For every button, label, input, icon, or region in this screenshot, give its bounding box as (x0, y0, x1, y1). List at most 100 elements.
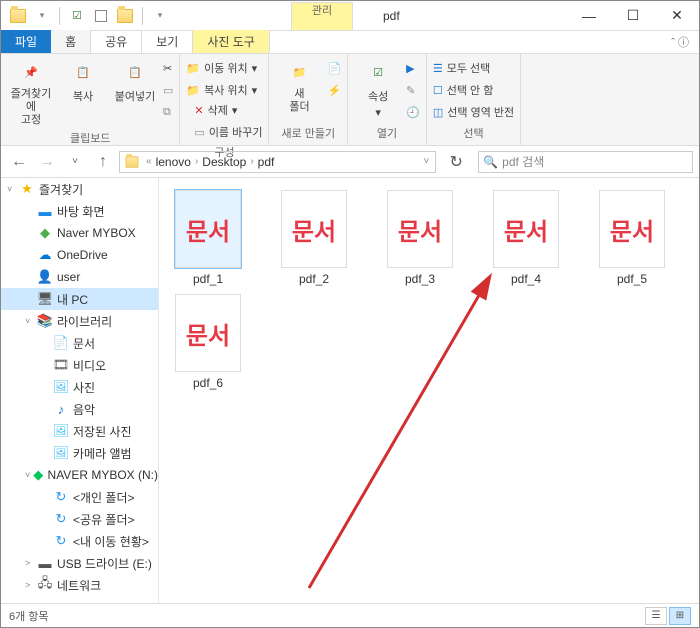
folder-icon (7, 5, 29, 27)
breadcrumb-seg-0[interactable]: lenovo (154, 155, 193, 169)
rename-button[interactable]: ▭ 이름 바꾸기 (194, 122, 262, 142)
scissors-icon: ✂ (163, 62, 172, 75)
history-button[interactable]: 🕘 (406, 102, 420, 122)
sidebar-item-12[interactable]: 🖼카메라 앨범 (1, 442, 158, 464)
tab-share[interactable]: 공유 (91, 30, 142, 53)
ribbon-help-icon[interactable]: ˆ ⓘ (671, 34, 689, 50)
edit-button[interactable]: ✎ (406, 80, 420, 100)
easy-access-icon: ⚡ (327, 84, 341, 97)
history-icon: 🕘 (406, 106, 420, 119)
new-folder-button[interactable]: 📁 새 폴더 (275, 58, 323, 114)
qat-dropdown-icon[interactable]: ▾ (31, 5, 53, 27)
select-all-button[interactable]: ☰ 모두 선택 (433, 58, 514, 78)
qat-checkbox-icon[interactable] (90, 5, 112, 27)
sidebar-item-11[interactable]: 🖼저장된 사진 (1, 420, 158, 442)
ribbon-group-organize: 📁 이동 위치 ▾ 📁 복사 위치 ▾ ✕ 삭제 ▾ ▭ 이름 바꾸기 구성 (180, 54, 269, 145)
file-item-pdf_1[interactable]: 문서pdf_1 (165, 190, 251, 286)
sidebar-item-14[interactable]: ↻<개인 폴더> (1, 486, 158, 508)
sidebar-item-13[interactable]: ˅◆NAVER MYBOX (N:) (1, 464, 158, 486)
window-controls: — ☐ ✕ (567, 2, 699, 30)
qat-expand-icon[interactable]: ▾ (149, 5, 171, 27)
view-details-button[interactable]: ☰ (645, 607, 667, 625)
body: ˅★즐겨찾기▬바탕 화면◆Naver MYBOX☁OneDrive👤user🖥내… (1, 178, 699, 603)
sidebar-item-18[interactable]: >🖧네트워크 (1, 574, 158, 596)
titlebar: ▾ ☑ ▾ 관리 pdf — ☐ ✕ (1, 1, 699, 31)
search-icon: 🔍 (483, 155, 498, 169)
sidebar-item-7[interactable]: 📄문서 (1, 332, 158, 354)
tab-file[interactable]: 파일 (1, 30, 51, 53)
new-item-icon: 📄 (327, 62, 341, 75)
tab-home[interactable]: 홈 (51, 30, 91, 53)
statusbar: 6개 항목 ☰ ⊞ (1, 603, 699, 627)
maximize-button[interactable]: ☐ (611, 2, 655, 30)
sidebar-item-16[interactable]: ↻<내 이동 현황> (1, 530, 158, 552)
sidebar: ˅★즐겨찾기▬바탕 화면◆Naver MYBOX☁OneDrive👤user🖥내… (1, 178, 159, 603)
nav-back-button[interactable]: ← (7, 150, 31, 174)
view-icons-button[interactable]: ⊞ (669, 607, 691, 625)
copy-path-button[interactable]: ▭ (163, 80, 173, 100)
sidebar-item-9[interactable]: 🖼사진 (1, 376, 158, 398)
tab-view[interactable]: 보기 (142, 30, 193, 53)
open-button[interactable]: ▶ (406, 58, 420, 78)
ribbon: 📌 즐겨찾기에 고정 📋 복사 📋 붙여넣기 ✂ ▭ ⧉ 클립보드 📁 이동 위… (1, 54, 699, 146)
pin-icon: 📌 (17, 58, 45, 86)
easy-access-button[interactable]: ⚡ (327, 80, 341, 100)
tab-photo-tools[interactable]: 사진 도구 (193, 30, 270, 53)
move-icon: 📁 (186, 62, 200, 75)
delete-button[interactable]: ✕ 삭제 ▾ (194, 100, 262, 120)
sidebar-item-10[interactable]: ♪음악 (1, 398, 158, 420)
sidebar-item-6[interactable]: ˅📚라이브러리 (1, 310, 158, 332)
ribbon-group-new: 📁 새 폴더 📄 ⚡ 새로 만들기 (269, 54, 348, 145)
paste-button[interactable]: 📋 붙여넣기 (111, 58, 159, 128)
sidebar-item-0[interactable]: ˅★즐겨찾기 (1, 178, 158, 200)
breadcrumb-seg-1[interactable]: Desktop (200, 155, 248, 169)
qat-check-icon[interactable]: ☑ (66, 5, 88, 27)
minimize-button[interactable]: — (567, 2, 611, 30)
sidebar-item-15[interactable]: ↻<공유 폴더> (1, 508, 158, 530)
nav-up-button[interactable]: ↑ (91, 150, 115, 174)
nav-recent-button[interactable]: ˅ (63, 150, 87, 174)
cut-button[interactable]: ✂ (163, 58, 173, 78)
file-item-pdf_6[interactable]: 문서pdf_6 (165, 294, 251, 390)
context-tab[interactable]: 관리 (291, 2, 353, 30)
properties-icon: ☑ (364, 58, 392, 86)
copy-button[interactable]: 📋 복사 (59, 58, 107, 128)
search-input[interactable]: 🔍 pdf 검색 (478, 151, 693, 173)
select-none-icon: ☐ (433, 84, 443, 97)
navbar: ← → ˅ ↑ « lenovo › Desktop › pdf ˅ ↻ 🔍 p… (1, 146, 699, 178)
sidebar-item-1[interactable]: ▬바탕 화면 (1, 200, 158, 222)
new-item-button[interactable]: 📄 (327, 58, 341, 78)
address-dropdown-icon[interactable]: ˅ (421, 156, 431, 167)
paste-shortcut-button[interactable]: ⧉ (163, 102, 173, 122)
invert-selection-button[interactable]: ◫ 선택 영역 반전 (433, 102, 514, 122)
copy-icon: 📋 (69, 58, 97, 86)
move-to-button[interactable]: 📁 이동 위치 ▾ (186, 58, 262, 78)
nav-forward-button[interactable]: → (35, 150, 59, 174)
paste-icon: 📋 (121, 58, 149, 86)
sidebar-item-3[interactable]: ☁OneDrive (1, 244, 158, 266)
content-pane[interactable]: 문서pdf_1문서pdf_2문서pdf_3문서pdf_4문서pdf_5 문서pdf… (159, 178, 699, 603)
sidebar-item-17[interactable]: >▬USB 드라이브 (E:) (1, 552, 158, 574)
pin-favorites-button[interactable]: 📌 즐겨찾기에 고정 (7, 58, 55, 128)
copy-to-button[interactable]: 📁 복사 위치 ▾ (186, 80, 262, 100)
file-item-pdf_2[interactable]: 문서pdf_2 (271, 190, 357, 286)
sidebar-item-5[interactable]: 🖥내 PC (1, 288, 158, 310)
rename-icon: ▭ (194, 126, 204, 139)
qat-folder-icon[interactable] (114, 5, 136, 27)
file-item-pdf_4[interactable]: 문서pdf_4 (483, 190, 569, 286)
sidebar-item-8[interactable]: 🎞비디오 (1, 354, 158, 376)
properties-button[interactable]: ☑ 속성 ▾ (354, 58, 402, 122)
sidebar-item-2[interactable]: ◆Naver MYBOX (1, 222, 158, 244)
select-none-button[interactable]: ☐ 선택 안 함 (433, 80, 514, 100)
file-item-pdf_3[interactable]: 문서pdf_3 (377, 190, 463, 286)
breadcrumb-seg-2[interactable]: pdf (256, 155, 277, 169)
open-icon: ▶ (406, 62, 414, 75)
close-button[interactable]: ✕ (655, 2, 699, 30)
address-folder-icon (126, 156, 139, 167)
address-bar[interactable]: « lenovo › Desktop › pdf ˅ (119, 151, 436, 173)
file-item-pdf_5[interactable]: 문서pdf_5 (589, 190, 675, 286)
edit-icon: ✎ (406, 84, 415, 97)
sidebar-item-4[interactable]: 👤user (1, 266, 158, 288)
delete-icon: ✕ (194, 104, 203, 117)
refresh-button[interactable]: ↻ (444, 150, 468, 174)
